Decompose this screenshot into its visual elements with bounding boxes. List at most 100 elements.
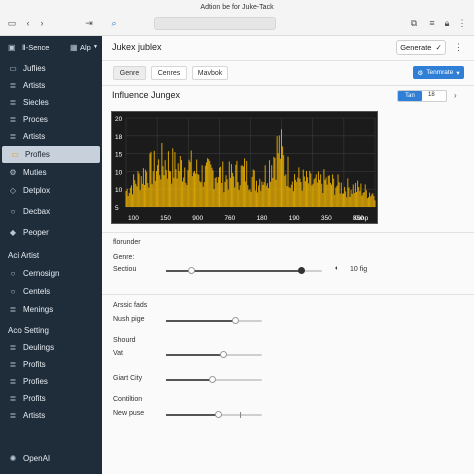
sidebar-item-label: Detplox bbox=[23, 186, 51, 195]
tab-cenres[interactable]: Cenres bbox=[151, 66, 187, 80]
slider-knob[interactable] bbox=[220, 351, 227, 358]
y-tick-label: 10 bbox=[115, 187, 123, 194]
window-title: Adtion be for Juke-Tack bbox=[200, 4, 274, 11]
tabs-icon[interactable]: ⧉ bbox=[408, 17, 420, 29]
section-slider[interactable] bbox=[166, 267, 322, 274]
generate-label: Generate bbox=[400, 43, 432, 52]
x-tick-label: 760 bbox=[224, 215, 235, 222]
slider-knob[interactable] bbox=[298, 267, 305, 274]
template-button[interactable]: ⚙ Tenmrate ▾ bbox=[413, 66, 464, 79]
sidebar-item-label: Artists bbox=[23, 132, 46, 141]
chevron-right-icon[interactable]: › bbox=[454, 91, 457, 100]
slider-tick bbox=[240, 412, 241, 418]
divider bbox=[102, 85, 474, 86]
y-tick-label: 18 bbox=[115, 134, 123, 141]
y-tick-label: 10 bbox=[115, 169, 123, 176]
divider bbox=[102, 232, 474, 233]
slider-fill bbox=[166, 414, 219, 416]
slider-knob[interactable] bbox=[215, 411, 222, 418]
title-bar: Adtion be for Juke-Tack ▭ ‹ › ⇥ ⌕ ⧉ ≡ 🔒︎… bbox=[0, 0, 474, 36]
sidebar-item-label: Profits bbox=[23, 360, 46, 369]
sidebar-item-deulings[interactable]: ≣ Deulings bbox=[0, 339, 102, 356]
sidebar-item-profies[interactable]: ≣ Profies bbox=[0, 373, 102, 390]
more-options-icon[interactable]: ⋮ bbox=[454, 42, 463, 53]
sidebar-menu[interactable]: Alp bbox=[80, 43, 91, 52]
list-icon: ≣ bbox=[9, 98, 17, 107]
folder-icon: ▭ bbox=[11, 150, 19, 159]
sidebar-item-label: Peoper bbox=[23, 228, 49, 237]
tag-icon: ◇ bbox=[9, 186, 17, 195]
chevron-down-icon: ▼ bbox=[93, 44, 98, 50]
nush-label: Nush pige bbox=[113, 316, 145, 323]
nush-slider[interactable] bbox=[166, 317, 262, 324]
sidebar-item-1[interactable]: ≣ Artists bbox=[0, 77, 102, 94]
forward-icon[interactable]: › bbox=[36, 17, 48, 29]
divider bbox=[102, 60, 474, 61]
zoom-value: 18 bbox=[428, 92, 435, 98]
x-tick-label: 180 bbox=[257, 215, 268, 222]
slider-fill bbox=[166, 270, 302, 272]
zoom-control[interactable]: Tan 18 bbox=[397, 90, 447, 102]
sidebar-group-setting: Aco Setting bbox=[8, 326, 49, 335]
section-title: Influence Jungex bbox=[112, 90, 181, 100]
sidebar-item-2[interactable]: ≣ Siecles bbox=[0, 94, 102, 111]
sidebar-item-menings[interactable]: ≣ Menings bbox=[0, 301, 102, 318]
sidebar-item-artists-2[interactable]: ≣ Artists bbox=[0, 407, 102, 424]
gear-icon: ⚙ bbox=[417, 69, 424, 77]
sidebar-item-4[interactable]: ≣ Artists bbox=[0, 128, 102, 145]
sidebar-item-3[interactable]: ≣ Proces bbox=[0, 111, 102, 128]
sidebar-item-label: Artists bbox=[23, 411, 46, 420]
x-tick-label: 100 bbox=[128, 215, 139, 222]
x-tick-label: 350 bbox=[321, 215, 332, 222]
sidebar-item-label: Muties bbox=[23, 168, 47, 177]
y-tick-label: 5 bbox=[115, 205, 119, 212]
sidebar-item-9[interactable]: ◆ Peoper bbox=[0, 224, 102, 241]
search-field[interactable] bbox=[154, 17, 276, 30]
back-icon[interactable]: ‹ bbox=[22, 17, 34, 29]
list-icon[interactable]: ≡ bbox=[426, 17, 438, 29]
sidebar-item-0[interactable]: ▭ Juflies bbox=[0, 60, 102, 77]
more-icon[interactable]: ⋮ bbox=[456, 17, 468, 29]
slider-start-knob[interactable] bbox=[188, 267, 195, 274]
x-tick-label: 150 bbox=[160, 215, 171, 222]
slider-fill bbox=[166, 354, 224, 356]
page-title: Jukex jublex bbox=[112, 42, 162, 52]
grid-icon: ▦ bbox=[70, 43, 78, 52]
sidebar-header[interactable]: ▣ Ⅱ-Sence ▦ Alp ▼ bbox=[0, 40, 102, 56]
sidebar-item-profits-2[interactable]: ≣ Profits bbox=[0, 390, 102, 407]
sidebar-item-centels[interactable]: ○ Centels bbox=[0, 283, 102, 300]
tab-mavbok[interactable]: Mavbok bbox=[192, 66, 228, 80]
section-value: 10 fig bbox=[350, 266, 368, 273]
controls-header: florunder bbox=[113, 239, 141, 246]
giant-slider[interactable] bbox=[166, 376, 262, 383]
tab-genre[interactable]: Genre bbox=[113, 66, 146, 80]
sidebar-item-label: Juflies bbox=[23, 64, 46, 73]
pin-icon: ◆ bbox=[9, 228, 17, 237]
sidebar-item-7[interactable]: ◇ Detplox bbox=[0, 182, 102, 199]
newpuse-slider[interactable] bbox=[166, 411, 262, 418]
spectrum-chart: 20 18 15 10 10 5 100 150 900 760 180 190 350 350 Konp bbox=[111, 111, 378, 224]
chevron-down-icon: ▾ bbox=[456, 69, 460, 77]
sidebar-item-cernosign[interactable]: ○ Cernosign bbox=[0, 265, 102, 282]
zoom-button[interactable]: Tan bbox=[398, 91, 422, 101]
sidebar-toggle-icon[interactable]: ▭ bbox=[6, 17, 18, 29]
lock-icon[interactable]: 🔒︎ bbox=[441, 17, 453, 29]
chart-svg: 20181510105100 150 900 760 180 190 350 350Konp bbox=[115, 116, 376, 222]
sidebar-item-8[interactable]: ○ Decbax bbox=[0, 203, 102, 220]
slider-knob[interactable] bbox=[209, 376, 216, 383]
slider-knob[interactable] bbox=[232, 317, 239, 324]
share-icon[interactable]: ⇥ bbox=[83, 17, 95, 29]
sidebar-item-label: Deulings bbox=[23, 343, 55, 352]
search-icon[interactable]: ⌕ bbox=[108, 17, 120, 29]
sidebar-item-label: Menings bbox=[23, 305, 54, 314]
group-a-label: Arssic fads bbox=[113, 302, 148, 309]
sidebar-item-label: Proces bbox=[23, 115, 48, 124]
sidebar-footer[interactable]: ✺ OpenAI bbox=[0, 450, 102, 467]
sidebar-item-profits[interactable]: ≣ Profits bbox=[0, 356, 102, 373]
list-icon: ≣ bbox=[9, 411, 17, 420]
speaker-icon[interactable]: ◖ bbox=[334, 265, 338, 272]
generate-button[interactable]: Generate ✓ bbox=[396, 40, 446, 55]
sidebar-item-6[interactable]: ⚙ Muties bbox=[0, 164, 102, 181]
vat-slider[interactable] bbox=[166, 351, 262, 358]
sidebar-item-5[interactable]: ▭ Profles bbox=[2, 146, 100, 163]
